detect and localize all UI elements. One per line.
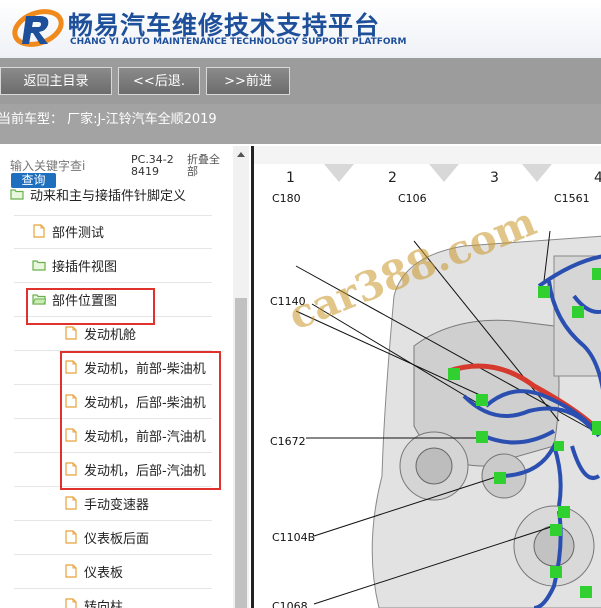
connector-label: C1068 bbox=[272, 600, 308, 608]
connector-label: C1104B bbox=[272, 531, 316, 544]
app-subtitle: CHANG YI AUTO MAINTENANCE TECHNOLOGY SUP… bbox=[70, 37, 407, 47]
left-tree-panel: 查询 PC.34-28419 折叠全部 动来和主与接插件针脚定义 部件测试 接插… bbox=[0, 146, 250, 608]
tree-item-component-test[interactable]: 部件测试 bbox=[32, 214, 104, 248]
scrollbar-thumb[interactable] bbox=[235, 298, 247, 608]
tree-item-label: 转向柱 bbox=[84, 599, 124, 608]
connector-label: C1561 bbox=[554, 192, 590, 205]
home-button[interactable]: 返回主目录 bbox=[0, 67, 112, 95]
tree-item-connector-views[interactable]: 接插件视图 bbox=[32, 248, 117, 282]
file-icon bbox=[65, 598, 77, 608]
tree-item-label: 部件测试 bbox=[52, 225, 105, 241]
tree-item-label: 发动机舱 bbox=[84, 327, 137, 343]
tree-item-steering-column[interactable]: 转向柱 bbox=[64, 588, 123, 608]
tree-item[interactable]: 动来和主与接插件针脚定义 bbox=[10, 182, 186, 206]
changyi-logo-icon bbox=[12, 9, 64, 47]
tree-item-instrument-panel[interactable]: 仪表板 bbox=[64, 554, 123, 588]
connector-label: C1672 bbox=[270, 435, 306, 448]
file-icon bbox=[65, 326, 77, 340]
grid-column-number: 3 bbox=[490, 170, 499, 186]
highlight-box bbox=[26, 288, 155, 325]
connector-label: C180 bbox=[272, 192, 301, 205]
tree-item-label: 仪表板后面 bbox=[84, 531, 150, 547]
tree-item-label: 动来和主与接插件针脚定义 bbox=[30, 188, 187, 204]
connector-label: C106 bbox=[398, 192, 427, 205]
grid-column-number: 4 bbox=[594, 170, 601, 186]
back-button[interactable]: <<后退. bbox=[118, 67, 200, 95]
highlight-box bbox=[60, 351, 221, 490]
file-icon bbox=[65, 496, 77, 510]
fold-all-link[interactable]: 折叠全部 bbox=[187, 154, 227, 178]
file-icon bbox=[65, 530, 77, 544]
tree-scrollbar[interactable] bbox=[233, 146, 249, 608]
grid-column-number: 1 bbox=[286, 170, 295, 186]
forward-button[interactable]: >>前进 bbox=[206, 67, 290, 95]
pc-code: PC.34-28419 bbox=[131, 153, 174, 178]
grid-column-number: 2 bbox=[388, 170, 397, 186]
tree-item-label: 接插件视图 bbox=[52, 259, 118, 275]
current-vehicle-bar: 当前车型： 厂家:J-江铃汽车全顺2019 bbox=[0, 104, 601, 144]
tree-item-behind-instrument-panel[interactable]: 仪表板后面 bbox=[64, 520, 149, 554]
app-header: 畅易汽车维修技术支持平台 CHANG YI AUTO MAINTENANCE T… bbox=[0, 0, 601, 58]
file-icon bbox=[65, 564, 77, 578]
folder-icon bbox=[32, 260, 46, 271]
tree-item-label: 仪表板 bbox=[84, 565, 124, 581]
current-vehicle-text: 当前车型： 厂家:J-江铃汽车全顺2019 bbox=[0, 112, 217, 127]
component-location-diagram: 1 2 3 4 C180 C106 C1561 C1140 C1672 C110… bbox=[251, 146, 601, 608]
tree-item-manual-transmission[interactable]: 手动变速器 bbox=[64, 486, 149, 520]
tree-item-label: 手动变速器 bbox=[84, 497, 150, 513]
file-icon bbox=[33, 224, 45, 238]
navigation-toolbar: 返回主目录 <<后退. >>前进 bbox=[0, 58, 601, 104]
scroll-up-icon[interactable] bbox=[237, 152, 245, 157]
folder-open-icon bbox=[10, 189, 24, 200]
